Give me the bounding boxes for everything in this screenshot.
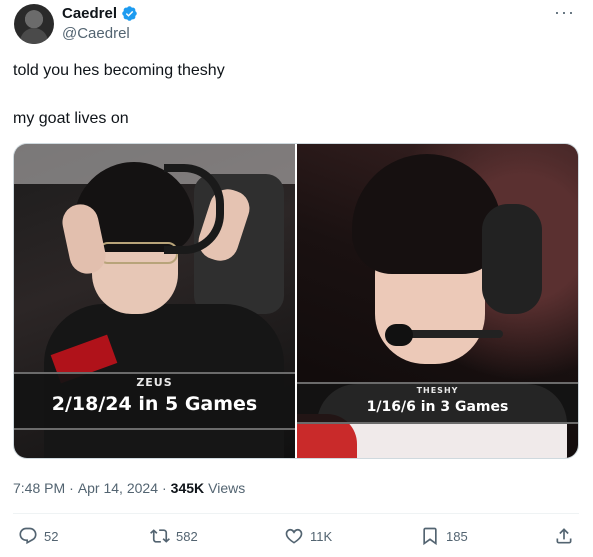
reply-icon: [19, 527, 37, 545]
views-count: 345K: [170, 480, 205, 496]
share-button[interactable]: [554, 526, 574, 546]
more-options-icon[interactable]: ···: [554, 2, 575, 23]
tweet-text-line-1: told you hes becoming theshy: [13, 62, 225, 79]
tweet-text-line-2: my goat lives on: [13, 110, 129, 127]
heart-icon: [285, 528, 303, 544]
author-name-row: Caedrel: [62, 5, 138, 22]
tweet-date[interactable]: Apr 14, 2024: [78, 480, 158, 496]
author-handle[interactable]: @Caedrel: [62, 25, 130, 42]
bookmark-count: 185: [446, 528, 468, 544]
retweet-count: 582: [176, 528, 198, 544]
meta-separator: ·: [161, 480, 167, 496]
like-count: 11K: [310, 528, 333, 544]
player-name-theshy: THESHY: [416, 386, 459, 395]
retweet-button[interactable]: 582: [150, 526, 198, 546]
bookmark-icon: [423, 527, 437, 546]
bookmark-button[interactable]: 185: [420, 526, 468, 546]
share-icon: [556, 528, 572, 544]
tweet: Caedrel @Caedrel ··· told you hes becomi…: [0, 0, 593, 557]
views-label: Views: [208, 480, 246, 496]
tweet-time[interactable]: 7:48 PM: [13, 480, 65, 496]
stat-banner-theshy: THESHY 1/16/6 in 3 Games: [297, 382, 578, 424]
like-button[interactable]: 11K: [284, 526, 332, 546]
meta-separator: ·: [69, 480, 74, 496]
stat-banner-zeus: ZEUS 2/18/24 in 5 Games: [14, 372, 295, 430]
divider: [13, 513, 579, 514]
tweet-meta: 7:48 PM · Apr 14, 2024 · 345K Views: [13, 480, 245, 496]
verified-badge-icon: [122, 6, 137, 21]
reply-button[interactable]: 52: [18, 526, 58, 546]
player-name-zeus: ZEUS: [136, 376, 173, 389]
player-stat-zeus: 2/18/24 in 5 Games: [51, 393, 258, 415]
reply-count: 52: [44, 528, 59, 544]
media-image-theshy[interactable]: THESHY 1/16/6 in 3 Games: [297, 144, 578, 458]
photo-headset: [482, 204, 542, 314]
media-image-zeus[interactable]: ZEUS 2/18/24 in 5 Games: [14, 144, 295, 458]
player-stat-theshy: 1/16/6 in 3 Games: [366, 399, 509, 415]
photo-mic: [385, 324, 413, 346]
tweet-media: ZEUS 2/18/24 in 5 Games THESHY 1/16/6 in…: [13, 143, 579, 459]
avatar[interactable]: [14, 4, 54, 44]
action-bar: 52 582 11K 185: [0, 526, 593, 550]
author-display-name[interactable]: Caedrel: [62, 5, 117, 22]
retweet-icon: [150, 529, 170, 543]
